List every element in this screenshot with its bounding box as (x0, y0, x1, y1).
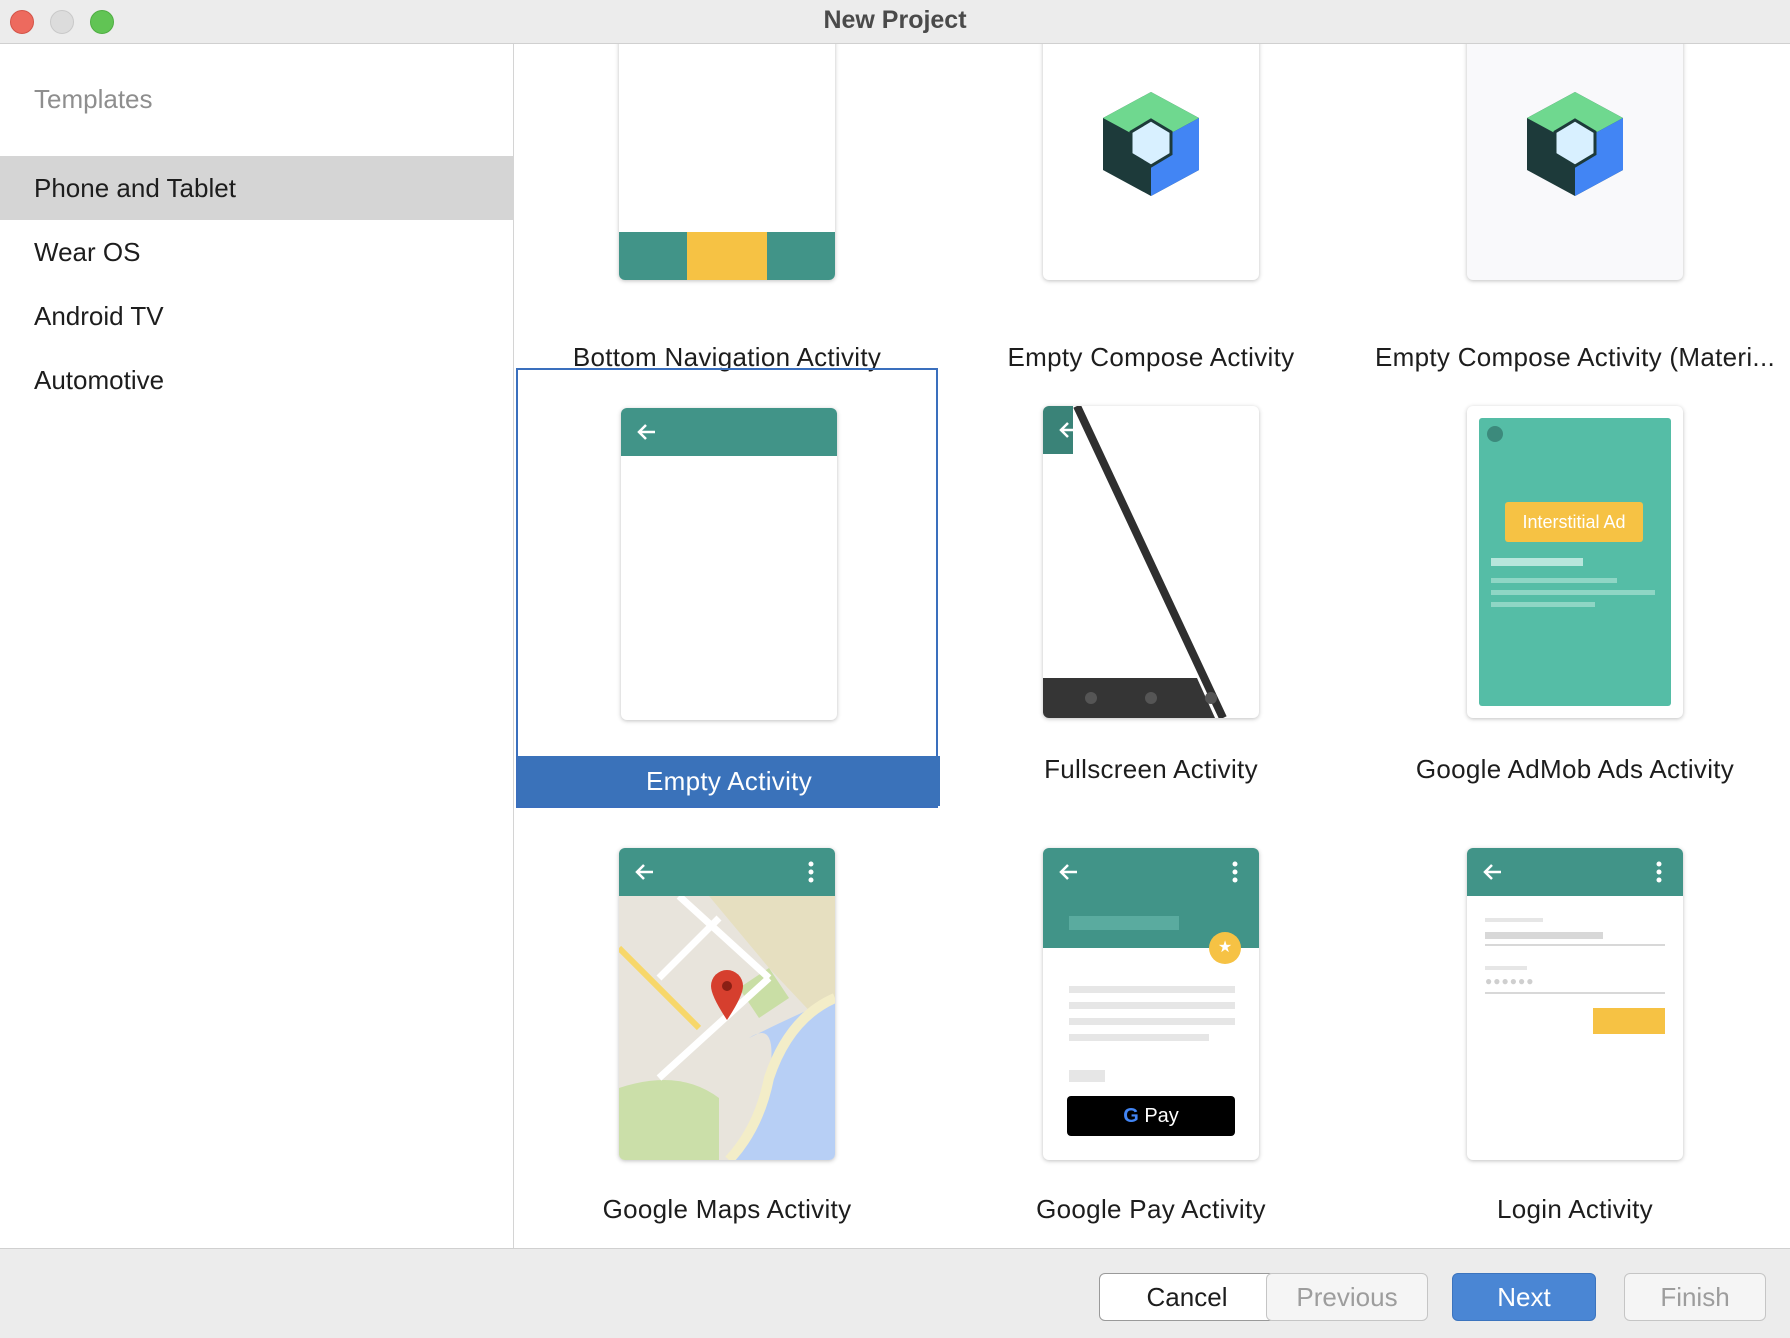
template-label: Google AdMob Ads Activity (1415, 754, 1735, 784)
template-login-activity[interactable]: ●●●●●● Login Activity (1364, 810, 1786, 1248)
pay-text: Pay (1144, 1105, 1179, 1127)
back-arrow-icon (1059, 864, 1077, 880)
text-line (1485, 966, 1527, 970)
template-empty-compose-material-activity[interactable]: Empty Compose Activity (Materi... (1364, 44, 1786, 414)
overflow-menu-icon (808, 861, 814, 883)
text-line (1069, 986, 1235, 993)
previous-button[interactable]: Previous (1266, 1273, 1428, 1321)
sidebar-item-phone-and-tablet[interactable]: Phone and Tablet (0, 156, 514, 220)
admob-thumbnail: Interstitial Ad (1467, 406, 1683, 718)
bottom-nav-selected-item (687, 232, 767, 280)
title-placeholder (1069, 916, 1179, 930)
back-arrow-icon (637, 424, 655, 440)
fullscreen-thumbnail (1043, 406, 1259, 718)
interstitial-ad-badge: Interstitial Ad (1505, 502, 1643, 542)
text-line (1069, 1034, 1209, 1041)
text-line (1491, 590, 1655, 595)
empty-activity-thumbnail (621, 408, 837, 720)
next-button[interactable]: Next (1452, 1273, 1596, 1321)
back-arrow-icon (1483, 864, 1501, 880)
sidebar-heading: Templates (34, 84, 153, 114)
password-underline (1485, 992, 1665, 994)
fullscreen-icon (1209, 420, 1245, 456)
email-placeholder (1485, 932, 1603, 939)
text-line (1491, 578, 1617, 583)
window-title: New Project (823, 6, 967, 34)
finish-button[interactable]: Finish (1624, 1273, 1766, 1321)
email-underline (1485, 944, 1665, 946)
sidebar-item-automotive[interactable]: Automotive (0, 348, 514, 412)
template-label: Google Maps Activity (602, 1194, 852, 1224)
template-fullscreen-activity[interactable]: Fullscreen Activity (940, 370, 1362, 810)
jetpack-compose-logo-icon (1103, 92, 1199, 196)
overflow-menu-icon (1656, 861, 1662, 883)
star-fab-icon: ★ (1209, 932, 1241, 964)
empty-compose-thumbnail (1043, 44, 1259, 280)
login-thumbnail: ●●●●●● (1467, 848, 1683, 1160)
template-label: Empty Compose Activity (Materi... (1374, 342, 1775, 372)
template-google-pay-activity[interactable]: ★ G Pay Google Pay Activity (940, 810, 1362, 1248)
template-category-sidebar: Templates Phone and Tablet Wear OS Andro… (0, 44, 514, 1248)
text-line (1485, 918, 1543, 922)
text-line (1069, 1070, 1105, 1082)
password-dots: ●●●●●● (1485, 974, 1535, 988)
dialog-button-bar: Cancel Previous Next Finish (0, 1248, 1790, 1338)
template-label: Login Activity (1497, 1194, 1653, 1224)
empty-compose-material-thumbnail (1467, 44, 1683, 280)
sidebar-item-wear-os[interactable]: Wear OS (0, 220, 514, 284)
google-pay-thumbnail: ★ G Pay (1043, 848, 1259, 1160)
title-bar: New Project (0, 0, 1790, 44)
back-arrow-icon (1059, 422, 1077, 438)
template-label: Google Pay Activity (1036, 1194, 1266, 1224)
cancel-button[interactable]: Cancel (1099, 1273, 1275, 1321)
sign-in-button-placeholder (1593, 1008, 1665, 1034)
text-line (1069, 1018, 1235, 1025)
close-dot-icon (1487, 426, 1503, 442)
map-illustration (619, 848, 835, 1160)
jetpack-compose-logo-icon (1527, 92, 1623, 196)
interstitial-card: Interstitial Ad (1479, 418, 1671, 706)
sidebar-item-android-tv[interactable]: Android TV (0, 284, 514, 348)
google-g-icon: G (1123, 1105, 1139, 1127)
template-label: Empty Activity (518, 756, 940, 806)
template-bottom-navigation-activity[interactable]: Bottom Navigation Activity (516, 44, 938, 414)
bottom-navigation-thumbnail (619, 44, 835, 280)
overflow-menu-icon (1232, 861, 1238, 883)
google-maps-thumbnail (619, 848, 835, 1160)
text-line (1491, 602, 1595, 607)
template-empty-activity[interactable]: Empty Activity (516, 368, 940, 808)
template-label: Empty Compose Activity (1007, 342, 1295, 372)
new-project-window: New Project Templates Phone and Tablet W… (0, 0, 1790, 1338)
template-empty-compose-activity[interactable]: Empty Compose Activity (940, 44, 1362, 414)
text-line (1491, 558, 1583, 566)
google-pay-button: G Pay (1067, 1096, 1235, 1136)
template-grid: Bottom Navigation Activity Empty Compose… (516, 44, 1790, 1248)
template-google-admob-ads-activity[interactable]: Interstitial Ad Google AdMob Ads Activit… (1364, 370, 1786, 810)
template-google-maps-activity[interactable]: Google Maps Activity (516, 810, 938, 1248)
back-arrow-icon (635, 864, 653, 880)
text-line (1069, 1002, 1235, 1009)
template-label: Fullscreen Activity (1044, 754, 1258, 784)
